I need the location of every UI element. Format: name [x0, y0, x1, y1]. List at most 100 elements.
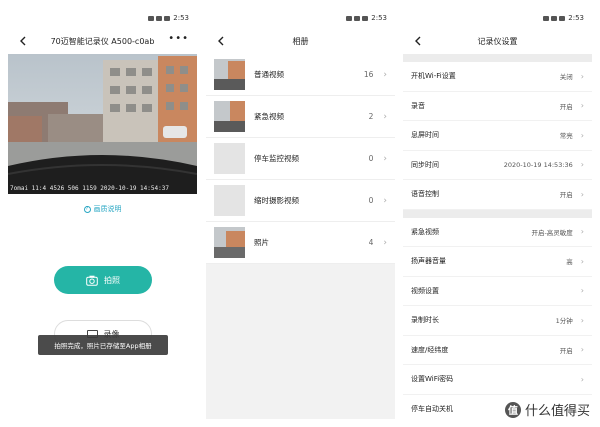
back-arrow-icon[interactable]	[214, 34, 228, 48]
album-name: 紧急视频	[254, 112, 284, 121]
camera-navbar: 70迈智能记录仪 A500-c0ab •••	[8, 28, 197, 54]
status-bar: 2:53	[206, 8, 395, 28]
watermark-text: 什么值得买	[524, 404, 590, 419]
setting-voice-control[interactable]: 语音控制 开启 ›	[403, 180, 592, 210]
screenshot-collage: 2:53 70迈智能记录仪 A500-c0ab ••• 7omai 11:4 4…	[0, 0, 600, 427]
album-count: 0	[368, 196, 374, 205]
settings-group-1: 开机Wi-Fi设置 关闭 › 录音 开启 › 息屏时间 常亮 › 同步时间 20…	[403, 62, 592, 210]
album-count: 2	[368, 112, 374, 121]
setting-value: 常亮	[559, 132, 573, 141]
album-list: 普通视频 16 › 紧急视频 2 › 停车监控视频 0 › 缩时摄影视频 0 ›…	[206, 54, 395, 264]
section-divider	[403, 209, 592, 218]
chevron-right-icon: ›	[383, 111, 387, 122]
album-thumbnail	[214, 59, 245, 90]
wifi-icon	[156, 15, 163, 21]
album-screen: 2:53 相册 普通视频 16 › 紧急视频 2 › 停车监控视频 0 › 缩时…	[206, 8, 395, 419]
setting-screen-off-time[interactable]: 息屏时间 常亮 ›	[403, 121, 592, 151]
setting-audio-recording[interactable]: 录音 开启 ›	[403, 92, 592, 121]
setting-value: 1分钟	[555, 317, 573, 326]
setting-sync-time[interactable]: 同步时间 2020-10-19 14:53:36 ›	[403, 151, 592, 180]
setting-value: 开启	[559, 102, 573, 111]
album-item-normal-video[interactable]: 普通视频 16 ›	[206, 54, 395, 96]
setting-recording-duration[interactable]: 录制时长 1分钟 ›	[403, 306, 592, 336]
section-divider	[403, 54, 592, 62]
chevron-right-icon: ›	[580, 345, 584, 355]
setting-speaker-volume[interactable]: 扬声器音量 高 ›	[403, 247, 592, 277]
camera-preview[interactable]: 7omai 11:4 4526 506 1159 2020-10-19 14:5…	[8, 54, 197, 194]
setting-speed-coordinates[interactable]: 速度/经纬度 开启 ›	[403, 336, 592, 365]
wifi-icon	[551, 15, 558, 21]
album-count: 4	[368, 238, 374, 247]
album-name: 普通视频	[254, 70, 284, 79]
setting-video-settings[interactable]: 视频设置 ›	[403, 277, 592, 306]
settings-navbar: 记录仪设置	[403, 28, 592, 54]
setting-wifi-password[interactable]: 设置WiFi密码 ›	[403, 365, 592, 395]
chevron-right-icon: ›	[580, 374, 584, 384]
album-name: 停车监控视频	[254, 154, 299, 163]
album-item-parking-video[interactable]: 停车监控视频 0 ›	[206, 138, 395, 180]
setting-value: 开启	[559, 191, 573, 200]
camera-icon	[86, 275, 98, 286]
album-count: 0	[368, 154, 374, 163]
watermark-logo: 值	[504, 401, 521, 418]
back-arrow-icon[interactable]	[16, 34, 30, 48]
setting-wifi-on-boot[interactable]: 开机Wi-Fi设置 关闭 ›	[403, 62, 592, 92]
album-thumbnail	[214, 227, 245, 258]
more-dots-icon[interactable]: •••	[168, 33, 189, 44]
setting-label: 设置WiFi密码	[411, 375, 454, 384]
setting-value: 开启	[559, 346, 573, 355]
capture-label: 拍照	[104, 275, 120, 285]
chevron-right-icon: ›	[580, 71, 584, 81]
signal-icon	[346, 15, 353, 21]
chevron-right-icon: ›	[580, 101, 584, 111]
album-item-emergency-video[interactable]: 紧急视频 2 ›	[206, 96, 395, 138]
album-item-photos[interactable]: 照片 4 ›	[206, 222, 395, 264]
setting-label: 语音控制	[411, 190, 439, 199]
setting-label: 录音	[411, 101, 425, 110]
setting-label: 同步时间	[411, 160, 439, 169]
status-icons	[543, 15, 566, 21]
camera-timestamp-overlay: 7omai 11:4 4526 506 1159 2020-10-19 14:5…	[10, 185, 169, 192]
chevron-right-icon: ›	[580, 315, 584, 325]
album-thumbnail	[214, 143, 245, 174]
question-icon: ?	[83, 205, 91, 213]
signal-icon	[148, 15, 155, 21]
quality-label: 画质说明	[93, 205, 122, 213]
setting-label: 扬声器音量	[411, 257, 446, 266]
chevron-right-icon: ›	[580, 130, 584, 140]
setting-label: 视频设置	[411, 286, 439, 295]
album-thumbnail	[214, 101, 245, 132]
chevron-right-icon: ›	[580, 189, 584, 199]
album-navbar: 相册	[206, 28, 395, 54]
setting-emergency-video[interactable]: 紧急视频 开启-高灵敏度 ›	[403, 218, 592, 247]
setting-value: 高	[566, 258, 573, 267]
status-icons	[346, 15, 369, 21]
battery-icon	[362, 15, 369, 21]
album-item-timelapse-video[interactable]: 缩时摄影视频 0 ›	[206, 180, 395, 222]
album-thumbnail	[214, 185, 245, 216]
camera-screen: 2:53 70迈智能记录仪 A500-c0ab ••• 7omai 11:4 4…	[8, 8, 197, 419]
signal-icon	[543, 15, 550, 21]
chevron-right-icon: ›	[383, 195, 387, 206]
setting-label: 速度/经纬度	[411, 345, 449, 354]
setting-label: 息屏时间	[411, 131, 439, 140]
status-bar: 2:53	[8, 8, 197, 28]
chevron-right-icon: ›	[580, 256, 584, 266]
back-arrow-icon[interactable]	[411, 34, 425, 48]
setting-label: 紧急视频	[411, 227, 439, 236]
quality-info-link[interactable]: ? 画质说明	[8, 204, 197, 214]
setting-value: 关闭	[559, 73, 573, 82]
setting-value: 开启-高灵敏度	[531, 228, 573, 237]
setting-label: 开机Wi-Fi设置	[411, 72, 456, 81]
chevron-right-icon: ›	[580, 227, 584, 237]
battery-icon	[164, 15, 171, 21]
status-time: 2:53	[371, 14, 387, 22]
chevron-right-icon: ›	[383, 237, 387, 248]
chevron-right-icon: ›	[580, 286, 584, 296]
setting-value: 2020-10-19 14:53:36	[503, 160, 573, 169]
status-bar: 2:53	[403, 8, 592, 28]
status-icons	[148, 15, 171, 21]
capture-photo-button[interactable]: 拍照	[54, 266, 152, 294]
album-title: 相册	[292, 36, 309, 46]
settings-group-2: 紧急视频 开启-高灵敏度 › 扬声器音量 高 › 视频设置 › 录制时长 1分钟…	[403, 217, 592, 419]
